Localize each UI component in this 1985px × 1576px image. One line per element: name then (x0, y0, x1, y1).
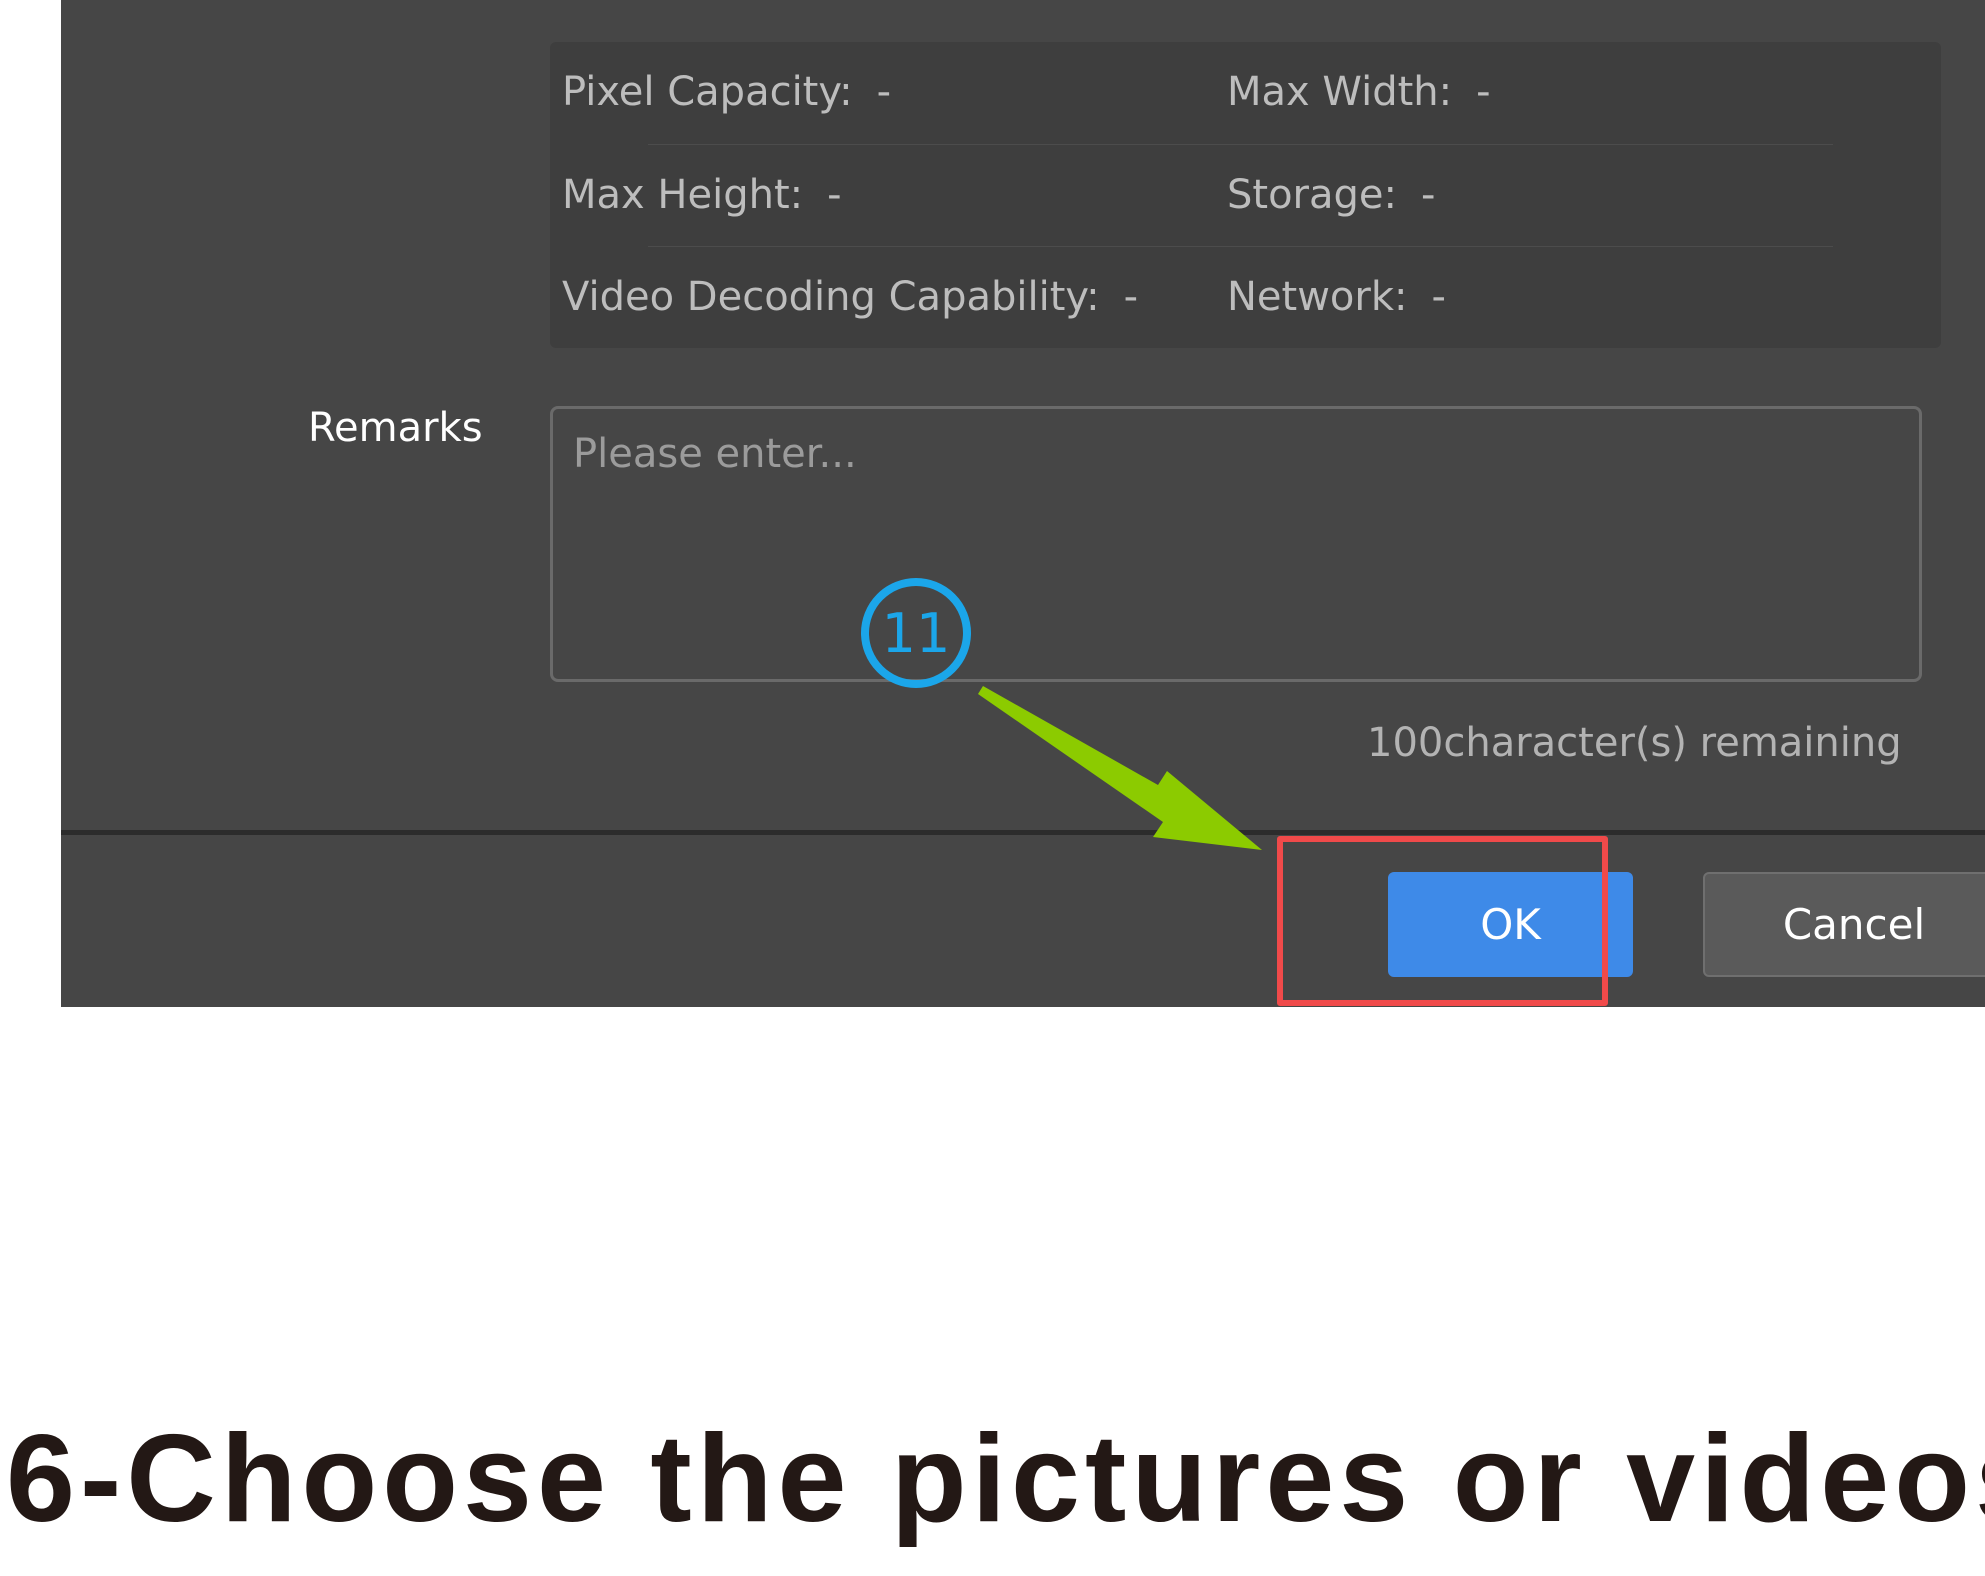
step-number-badge: 11 (861, 578, 971, 688)
step-caption: 6-Choose the pictures or videos (6, 1410, 1985, 1548)
pointer-arrow-icon (978, 686, 1262, 850)
